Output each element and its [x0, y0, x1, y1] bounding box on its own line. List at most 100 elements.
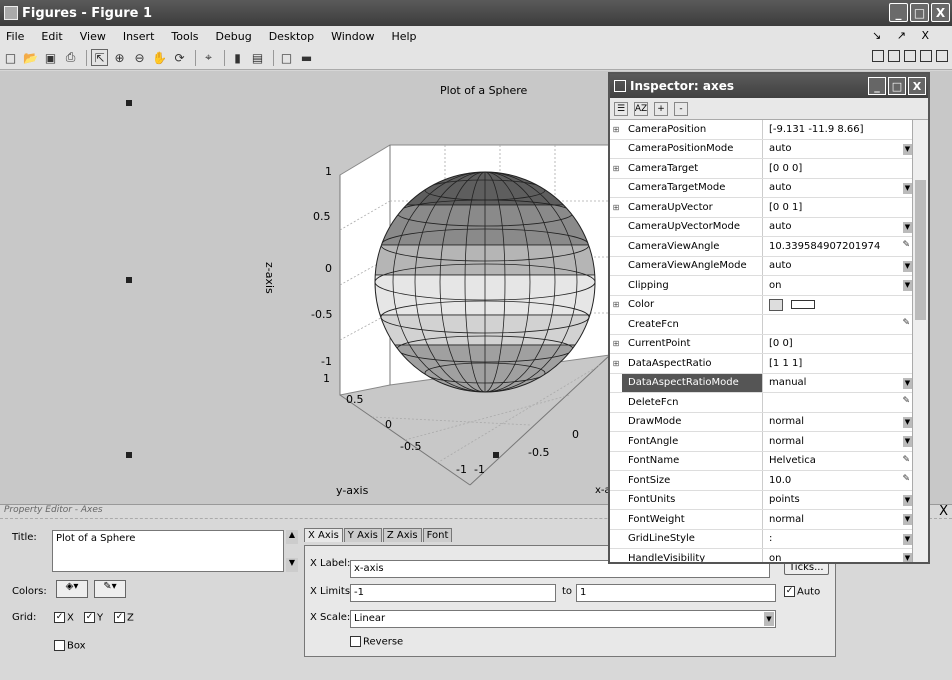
pan-icon[interactable]: ✋: [151, 49, 168, 66]
title-scroll-up-icon[interactable]: ▲: [286, 530, 298, 544]
dropdown-arrow-icon[interactable]: ▼: [903, 533, 912, 545]
x-scale-select[interactable]: Linear: [350, 610, 776, 628]
fill-color-button[interactable]: ◈▾: [56, 580, 88, 598]
expand-icon[interactable]: ⊞: [610, 339, 622, 348]
property-row[interactable]: GridLineStyle: ▼: [610, 529, 914, 549]
property-value[interactable]: [762, 295, 914, 314]
rotate-icon[interactable]: ⟳: [171, 49, 188, 66]
selection-handle[interactable]: [126, 452, 132, 458]
title-scroll-down-icon[interactable]: ▼: [286, 558, 298, 572]
expand-all-icon[interactable]: +: [654, 101, 668, 116]
grid-y-checkbox[interactable]: ✓ Y: [84, 612, 103, 624]
menu-desktop[interactable]: Desktop: [263, 30, 325, 43]
property-value[interactable]: 10.0 ✎: [762, 471, 914, 490]
property-value[interactable]: on ▼: [762, 276, 914, 295]
dropdown-arrow-icon[interactable]: ▼: [903, 494, 912, 506]
split-horizontal-icon[interactable]: [904, 50, 916, 62]
undock-icon[interactable]: [936, 50, 948, 62]
dropdown-arrow-icon[interactable]: ▼: [903, 260, 912, 272]
tab-y-axis[interactable]: Y Axis: [343, 528, 382, 542]
menu-window[interactable]: Window: [325, 30, 385, 43]
box-checkbox[interactable]: Box: [54, 640, 86, 652]
expand-icon[interactable]: ⊞: [610, 125, 622, 134]
dropdown-arrow-icon[interactable]: ▼: [903, 416, 912, 428]
property-value[interactable]: [0 0 0]: [762, 159, 914, 178]
dropdown-arrow-icon[interactable]: ▼: [903, 553, 912, 562]
property-row[interactable]: FontWeight normal ▼: [610, 510, 914, 530]
dropdown-arrow-icon[interactable]: ▼: [903, 143, 912, 155]
selection-handle[interactable]: [126, 277, 132, 283]
property-row[interactable]: ⊞ Color: [610, 295, 914, 315]
save-icon[interactable]: ▣: [42, 49, 59, 66]
property-row[interactable]: ⊞ DataAspectRatio [1 1 1]: [610, 354, 914, 374]
menu-edit[interactable]: Edit: [35, 30, 73, 43]
zoom-out-icon[interactable]: ⊖: [131, 49, 148, 66]
dock-controls[interactable]: ↘ ↗ X: [866, 29, 946, 42]
tab-font[interactable]: Font: [422, 528, 453, 542]
dropdown-arrow-icon[interactable]: ▼: [903, 280, 912, 291]
colorbar-icon[interactable]: ▮: [229, 49, 246, 66]
property-row[interactable]: FontSize 10.0 ✎: [610, 471, 914, 491]
property-row[interactable]: CameraTargetMode auto ▼: [610, 178, 914, 198]
float-icon[interactable]: [920, 50, 932, 62]
x-scale-dropdown-icon[interactable]: ▼: [764, 612, 774, 626]
property-value[interactable]: [1 1 1]: [762, 354, 914, 373]
sort-alpha-icon[interactable]: AZ: [634, 101, 648, 116]
title-input[interactable]: Plot of a Sphere: [52, 530, 284, 572]
dropdown-arrow-icon[interactable]: ▼: [903, 514, 912, 525]
color-swatch[interactable]: [791, 300, 815, 310]
property-value[interactable]: auto ▼: [762, 256, 914, 275]
x-limit-min-input[interactable]: -1: [350, 584, 556, 602]
auto-checkbox[interactable]: ✓ Auto: [784, 586, 820, 598]
x-limit-max-input[interactable]: 1: [576, 584, 776, 602]
edit-pencil-icon[interactable]: ✎: [902, 240, 910, 250]
inspector-close-button[interactable]: X: [908, 77, 926, 95]
menu-insert[interactable]: Insert: [117, 30, 166, 43]
selection-handle[interactable]: [126, 100, 132, 106]
categorize-icon[interactable]: ☰: [614, 101, 628, 116]
dropdown-arrow-icon[interactable]: ▼: [903, 182, 912, 194]
property-value[interactable]: points ▼: [762, 490, 914, 509]
tab-x-axis[interactable]: X Axis: [304, 528, 343, 542]
tile-icon[interactable]: [872, 50, 884, 62]
property-row[interactable]: CameraUpVectorMode auto ▼: [610, 217, 914, 237]
hide-plot-tools-icon[interactable]: □: [278, 49, 295, 66]
property-row[interactable]: CameraPositionMode auto ▼: [610, 139, 914, 159]
dropdown-arrow-icon[interactable]: ▼: [903, 436, 912, 447]
expand-icon[interactable]: ⊞: [610, 359, 622, 368]
property-value[interactable]: [-9.131 -11.9 8.66]: [762, 120, 914, 139]
property-row[interactable]: FontUnits points ▼: [610, 490, 914, 510]
color-picker-icon[interactable]: [769, 298, 783, 311]
z-axis-label[interactable]: z-axis: [263, 262, 276, 294]
inspector-scrollbar[interactable]: [912, 120, 928, 562]
dropdown-arrow-icon[interactable]: ▼: [903, 221, 912, 233]
inspector-minimize-button[interactable]: _: [868, 77, 886, 95]
edit-pencil-icon[interactable]: ✎: [902, 455, 910, 465]
property-row[interactable]: HandleVisibility on ▼: [610, 549, 914, 562]
property-row[interactable]: DataAspectRatioMode manual ▼: [610, 373, 914, 393]
property-value[interactable]: [0 0 1]: [762, 198, 914, 217]
menu-file[interactable]: File: [0, 30, 35, 43]
property-value[interactable]: : ▼: [762, 529, 914, 548]
menu-view[interactable]: View: [74, 30, 117, 43]
property-value[interactable]: ✎: [762, 315, 914, 334]
edge-color-button[interactable]: ✎▾: [94, 580, 126, 598]
property-row[interactable]: CameraViewAngle 10.339584907201974 ✎: [610, 237, 914, 257]
minimize-button[interactable]: _: [889, 3, 908, 22]
property-value[interactable]: normal ▼: [762, 412, 914, 431]
legend-icon[interactable]: ▤: [249, 49, 266, 66]
tab-z-axis[interactable]: Z Axis: [382, 528, 422, 542]
property-row[interactable]: DrawMode normal ▼: [610, 412, 914, 432]
property-editor-close-button[interactable]: X: [939, 504, 948, 519]
property-row[interactable]: FontName Helvetica ✎: [610, 451, 914, 471]
open-icon[interactable]: 📂: [22, 49, 39, 66]
inspector-maximize-button[interactable]: □: [888, 77, 906, 95]
maximize-button[interactable]: □: [910, 3, 929, 22]
collapse-all-icon[interactable]: -: [674, 101, 688, 116]
expand-icon[interactable]: ⊞: [610, 300, 622, 309]
pointer-icon[interactable]: ⇱: [91, 49, 108, 66]
property-value[interactable]: ✎: [762, 393, 914, 412]
edit-pencil-icon[interactable]: ✎: [902, 396, 910, 406]
property-row[interactable]: DeleteFcn ✎: [610, 393, 914, 413]
property-value[interactable]: auto ▼: [762, 217, 914, 236]
